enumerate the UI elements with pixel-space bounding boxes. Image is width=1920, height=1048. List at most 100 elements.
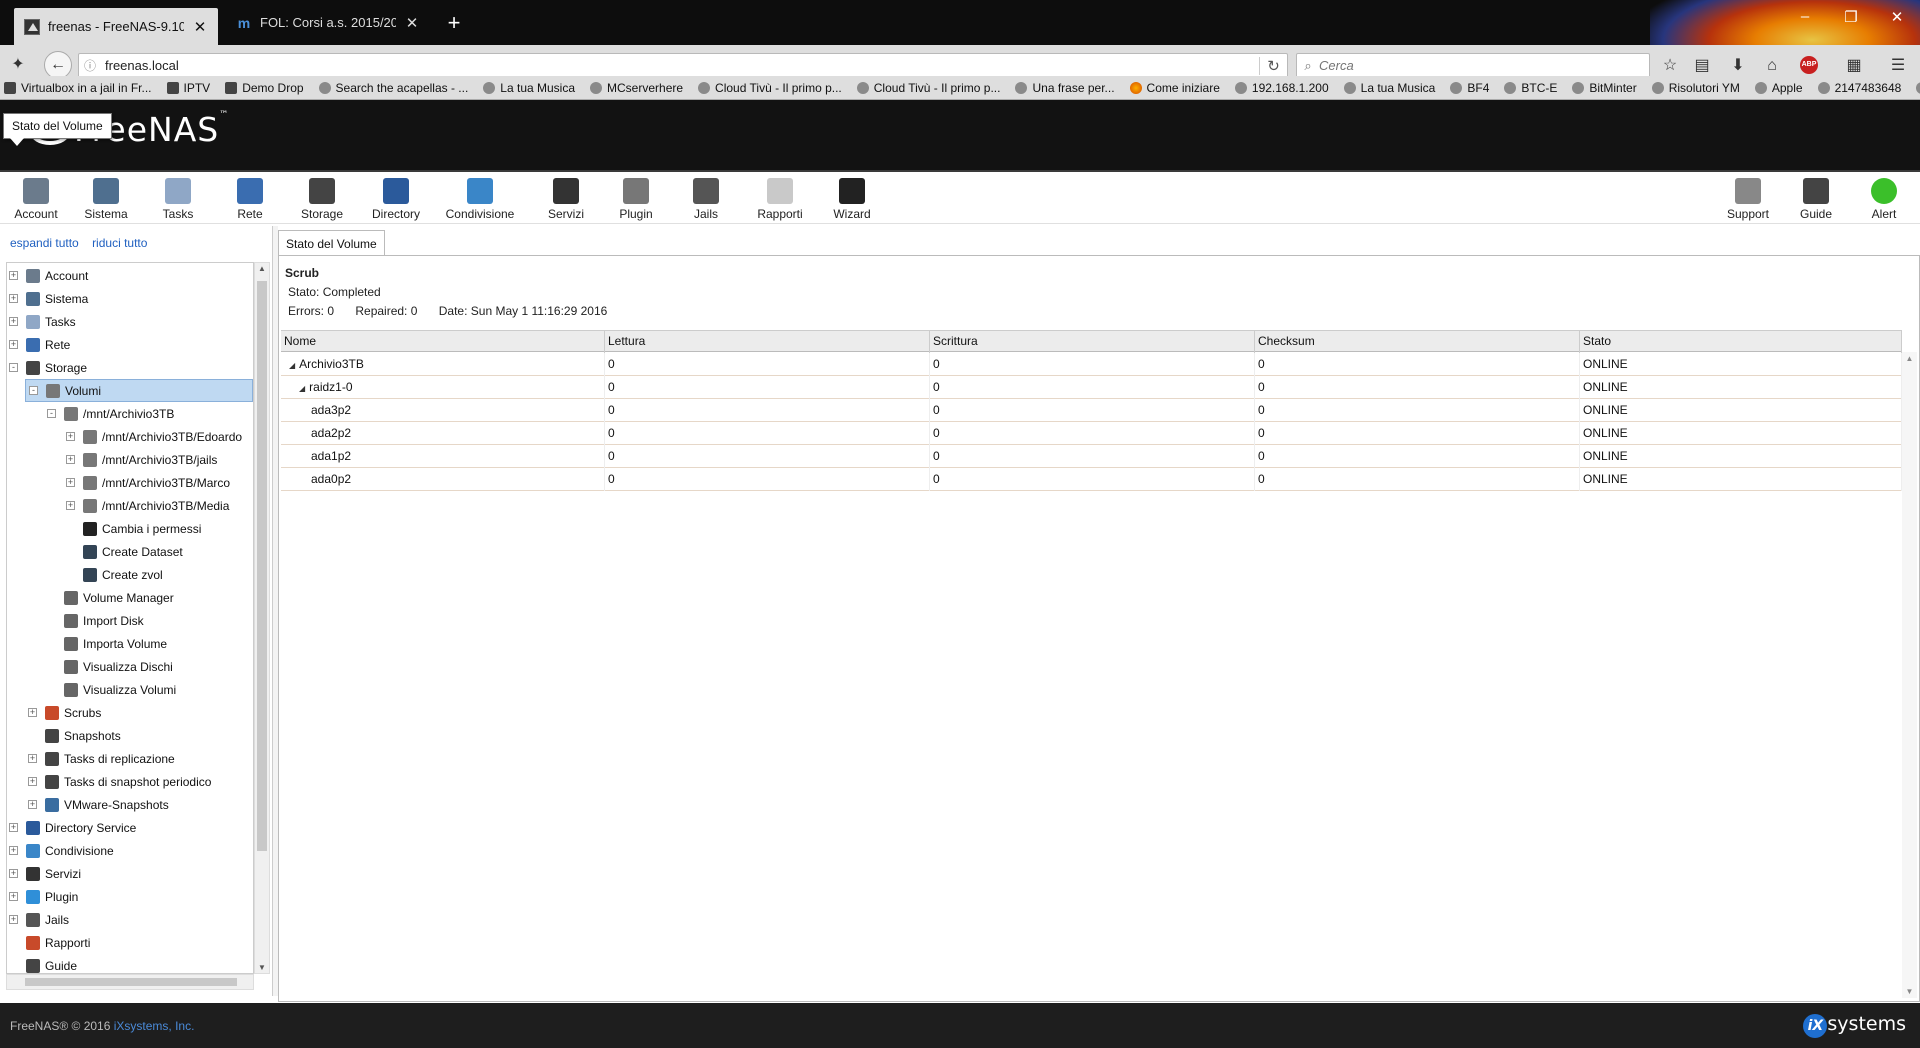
tree-item[interactable]: + /mnt/Archivio3TB/Media	[66, 494, 229, 517]
table-row[interactable]: ◢ raidz1-0 0 0 0 ONLINE	[281, 376, 1902, 399]
expand-icon[interactable]: +	[28, 754, 37, 763]
expand-icon[interactable]: +	[9, 271, 18, 280]
toolbar-support-button[interactable]: Support	[1712, 178, 1784, 221]
bookmark-item[interactable]: MCserverhere	[586, 81, 683, 95]
tree-item[interactable]: + Tasks	[9, 310, 76, 333]
bookmark-item[interactable]: 192.168.1.200	[1231, 81, 1329, 95]
collapse-arrow-icon[interactable]: ◢	[289, 355, 295, 376]
toolbar-alert-button[interactable]: Alert	[1848, 178, 1920, 221]
expand-all-link[interactable]: espandi tutto	[10, 236, 79, 250]
scrollbar-thumb[interactable]	[25, 978, 237, 986]
bookmark-item[interactable]: Nervi	[1912, 81, 1920, 95]
toolbar-jails-button[interactable]: Jails	[670, 178, 742, 221]
back-button[interactable]: ←	[44, 51, 72, 79]
tree-vertical-scrollbar[interactable]: ▲ ▼	[254, 262, 270, 974]
table-row[interactable]: ada3p2 0 0 0 ONLINE	[281, 399, 1902, 422]
bookmark-item[interactable]: Cloud Tivù - Il primo p...	[694, 81, 842, 95]
bookmark-star-icon[interactable]: ☆	[1660, 56, 1680, 76]
sidebar-toggle-icon[interactable]: ✦	[6, 53, 30, 77]
extensions-icon[interactable]: ▦	[1844, 56, 1864, 76]
toolbar-servizi-button[interactable]: Servizi	[530, 178, 602, 221]
scroll-up-icon[interactable]: ▲	[255, 264, 269, 273]
search-bar[interactable]: ⌕	[1296, 53, 1650, 78]
bookmark-item[interactable]: La tua Musica	[1340, 81, 1435, 95]
url-bar[interactable]: ⓘ freenas.local ↻	[78, 53, 1288, 78]
tree-item[interactable]: Visualizza Volumi	[47, 678, 176, 701]
grid-scrollbar[interactable]: ▲ ▼	[1902, 352, 1917, 998]
tree-item[interactable]: Visualizza Dischi	[47, 655, 173, 678]
expand-icon[interactable]: +	[9, 294, 18, 303]
tree-horizontal-scrollbar[interactable]	[6, 974, 254, 990]
toolbar-plugin-button[interactable]: Plugin	[600, 178, 672, 221]
column-header[interactable]: Checksum	[1255, 331, 1580, 353]
toolbar-wizard-button[interactable]: Wizard	[816, 178, 888, 221]
download-icon[interactable]: ⬇	[1728, 56, 1748, 76]
table-row[interactable]: ada1p2 0 0 0 ONLINE	[281, 445, 1902, 468]
reload-icon[interactable]: ↻	[1259, 56, 1287, 75]
new-tab-button[interactable]: +	[440, 10, 468, 38]
table-row[interactable]: ◢ Archivio3TB 0 0 0 ONLINE	[281, 353, 1902, 376]
tree-item[interactable]: Importa Volume	[47, 632, 167, 655]
close-icon[interactable]: ✕	[404, 14, 420, 32]
collapse-icon[interactable]: -	[47, 409, 56, 418]
tree-item[interactable]: - /mnt/Archivio3TB	[47, 402, 174, 425]
tree-item[interactable]: + Tasks di snapshot periodico	[28, 770, 211, 793]
tree-item[interactable]: + Jails	[9, 908, 69, 931]
tree-item[interactable]: + VMware-Snapshots	[28, 793, 169, 816]
reading-list-icon[interactable]: ▤	[1692, 56, 1712, 76]
bookmark-item[interactable]: Search the acapellas - ...	[315, 81, 468, 95]
tree-item[interactable]: Cambia i permessi	[66, 517, 201, 540]
expand-icon[interactable]: +	[66, 432, 75, 441]
expand-icon[interactable]: +	[9, 915, 18, 924]
toolbar-rete-button[interactable]: Rete	[214, 178, 286, 221]
tab-stato-del-volume[interactable]: Stato del Volume	[278, 230, 385, 256]
bookmark-item[interactable]: Una frase per...	[1011, 81, 1115, 95]
tree-item[interactable]: + Tasks di replicazione	[28, 747, 175, 770]
expand-icon[interactable]: +	[9, 892, 18, 901]
tree-item[interactable]: + /mnt/Archivio3TB/jails	[66, 448, 217, 471]
bookmark-item[interactable]: Risolutori YM	[1648, 81, 1740, 95]
tree-item[interactable]: + Servizi	[9, 862, 81, 885]
tree-item[interactable]: + /mnt/Archivio3TB/Edoardo	[66, 425, 242, 448]
bookmark-item[interactable]: BTC-E	[1500, 81, 1557, 95]
collapse-all-link[interactable]: riduci tutto	[92, 236, 147, 250]
expand-icon[interactable]: +	[28, 800, 37, 809]
expand-icon[interactable]: +	[28, 708, 37, 717]
toolbar-account-button[interactable]: Account	[0, 178, 72, 221]
browser-tab-freenas[interactable]: freenas - FreeNAS-9.10-ST... ✕	[14, 8, 218, 45]
expand-icon[interactable]: +	[9, 340, 18, 349]
toolbar-condivisione-button[interactable]: Condivisione	[444, 178, 516, 221]
tree-item[interactable]: Rapporti	[9, 931, 90, 954]
maximize-icon[interactable]: ❐	[1836, 8, 1866, 26]
expand-icon[interactable]: +	[28, 777, 37, 786]
expand-icon[interactable]: +	[9, 823, 18, 832]
column-header[interactable]: Stato	[1580, 331, 1902, 353]
tree-item[interactable]: + Condivisione	[9, 839, 114, 862]
bookmark-item[interactable]: IPTV	[163, 81, 210, 95]
table-row[interactable]: ada0p2 0 0 0 ONLINE	[281, 468, 1902, 491]
toolbar-rapporti-button[interactable]: Rapporti	[744, 178, 816, 221]
tree-item[interactable]: Guide	[9, 954, 77, 973]
tree-item[interactable]: + Account	[9, 264, 88, 287]
expand-icon[interactable]: +	[66, 478, 75, 487]
toolbar-storage-button[interactable]: Storage	[286, 178, 358, 221]
bookmark-item[interactable]: La tua Musica	[479, 81, 575, 95]
tree-item[interactable]: + /mnt/Archivio3TB/Marco	[66, 471, 230, 494]
bookmark-item[interactable]: BitMinter	[1568, 81, 1637, 95]
toolbar-tasks-button[interactable]: Tasks	[142, 178, 214, 221]
tree-item[interactable]: + Scrubs	[28, 701, 101, 724]
column-header[interactable]: Scrittura	[930, 331, 1255, 353]
info-icon[interactable]: ⓘ	[79, 57, 101, 74]
close-icon[interactable]: ✕	[192, 18, 208, 36]
tree-item[interactable]: - Volumi	[25, 379, 253, 402]
search-input[interactable]	[1319, 58, 1649, 73]
expand-icon[interactable]: +	[9, 317, 18, 326]
tree-item[interactable]: + Sistema	[9, 287, 88, 310]
toolbar-guide-button[interactable]: Guide	[1780, 178, 1852, 221]
tree-item[interactable]: Volume Manager	[47, 586, 174, 609]
bookmark-item[interactable]: 2147483648	[1814, 81, 1901, 95]
collapse-icon[interactable]: -	[29, 386, 38, 395]
tree-item[interactable]: + Directory Service	[9, 816, 136, 839]
collapse-arrow-icon[interactable]: ◢	[299, 378, 305, 399]
bookmark-item[interactable]: Apple	[1751, 81, 1803, 95]
